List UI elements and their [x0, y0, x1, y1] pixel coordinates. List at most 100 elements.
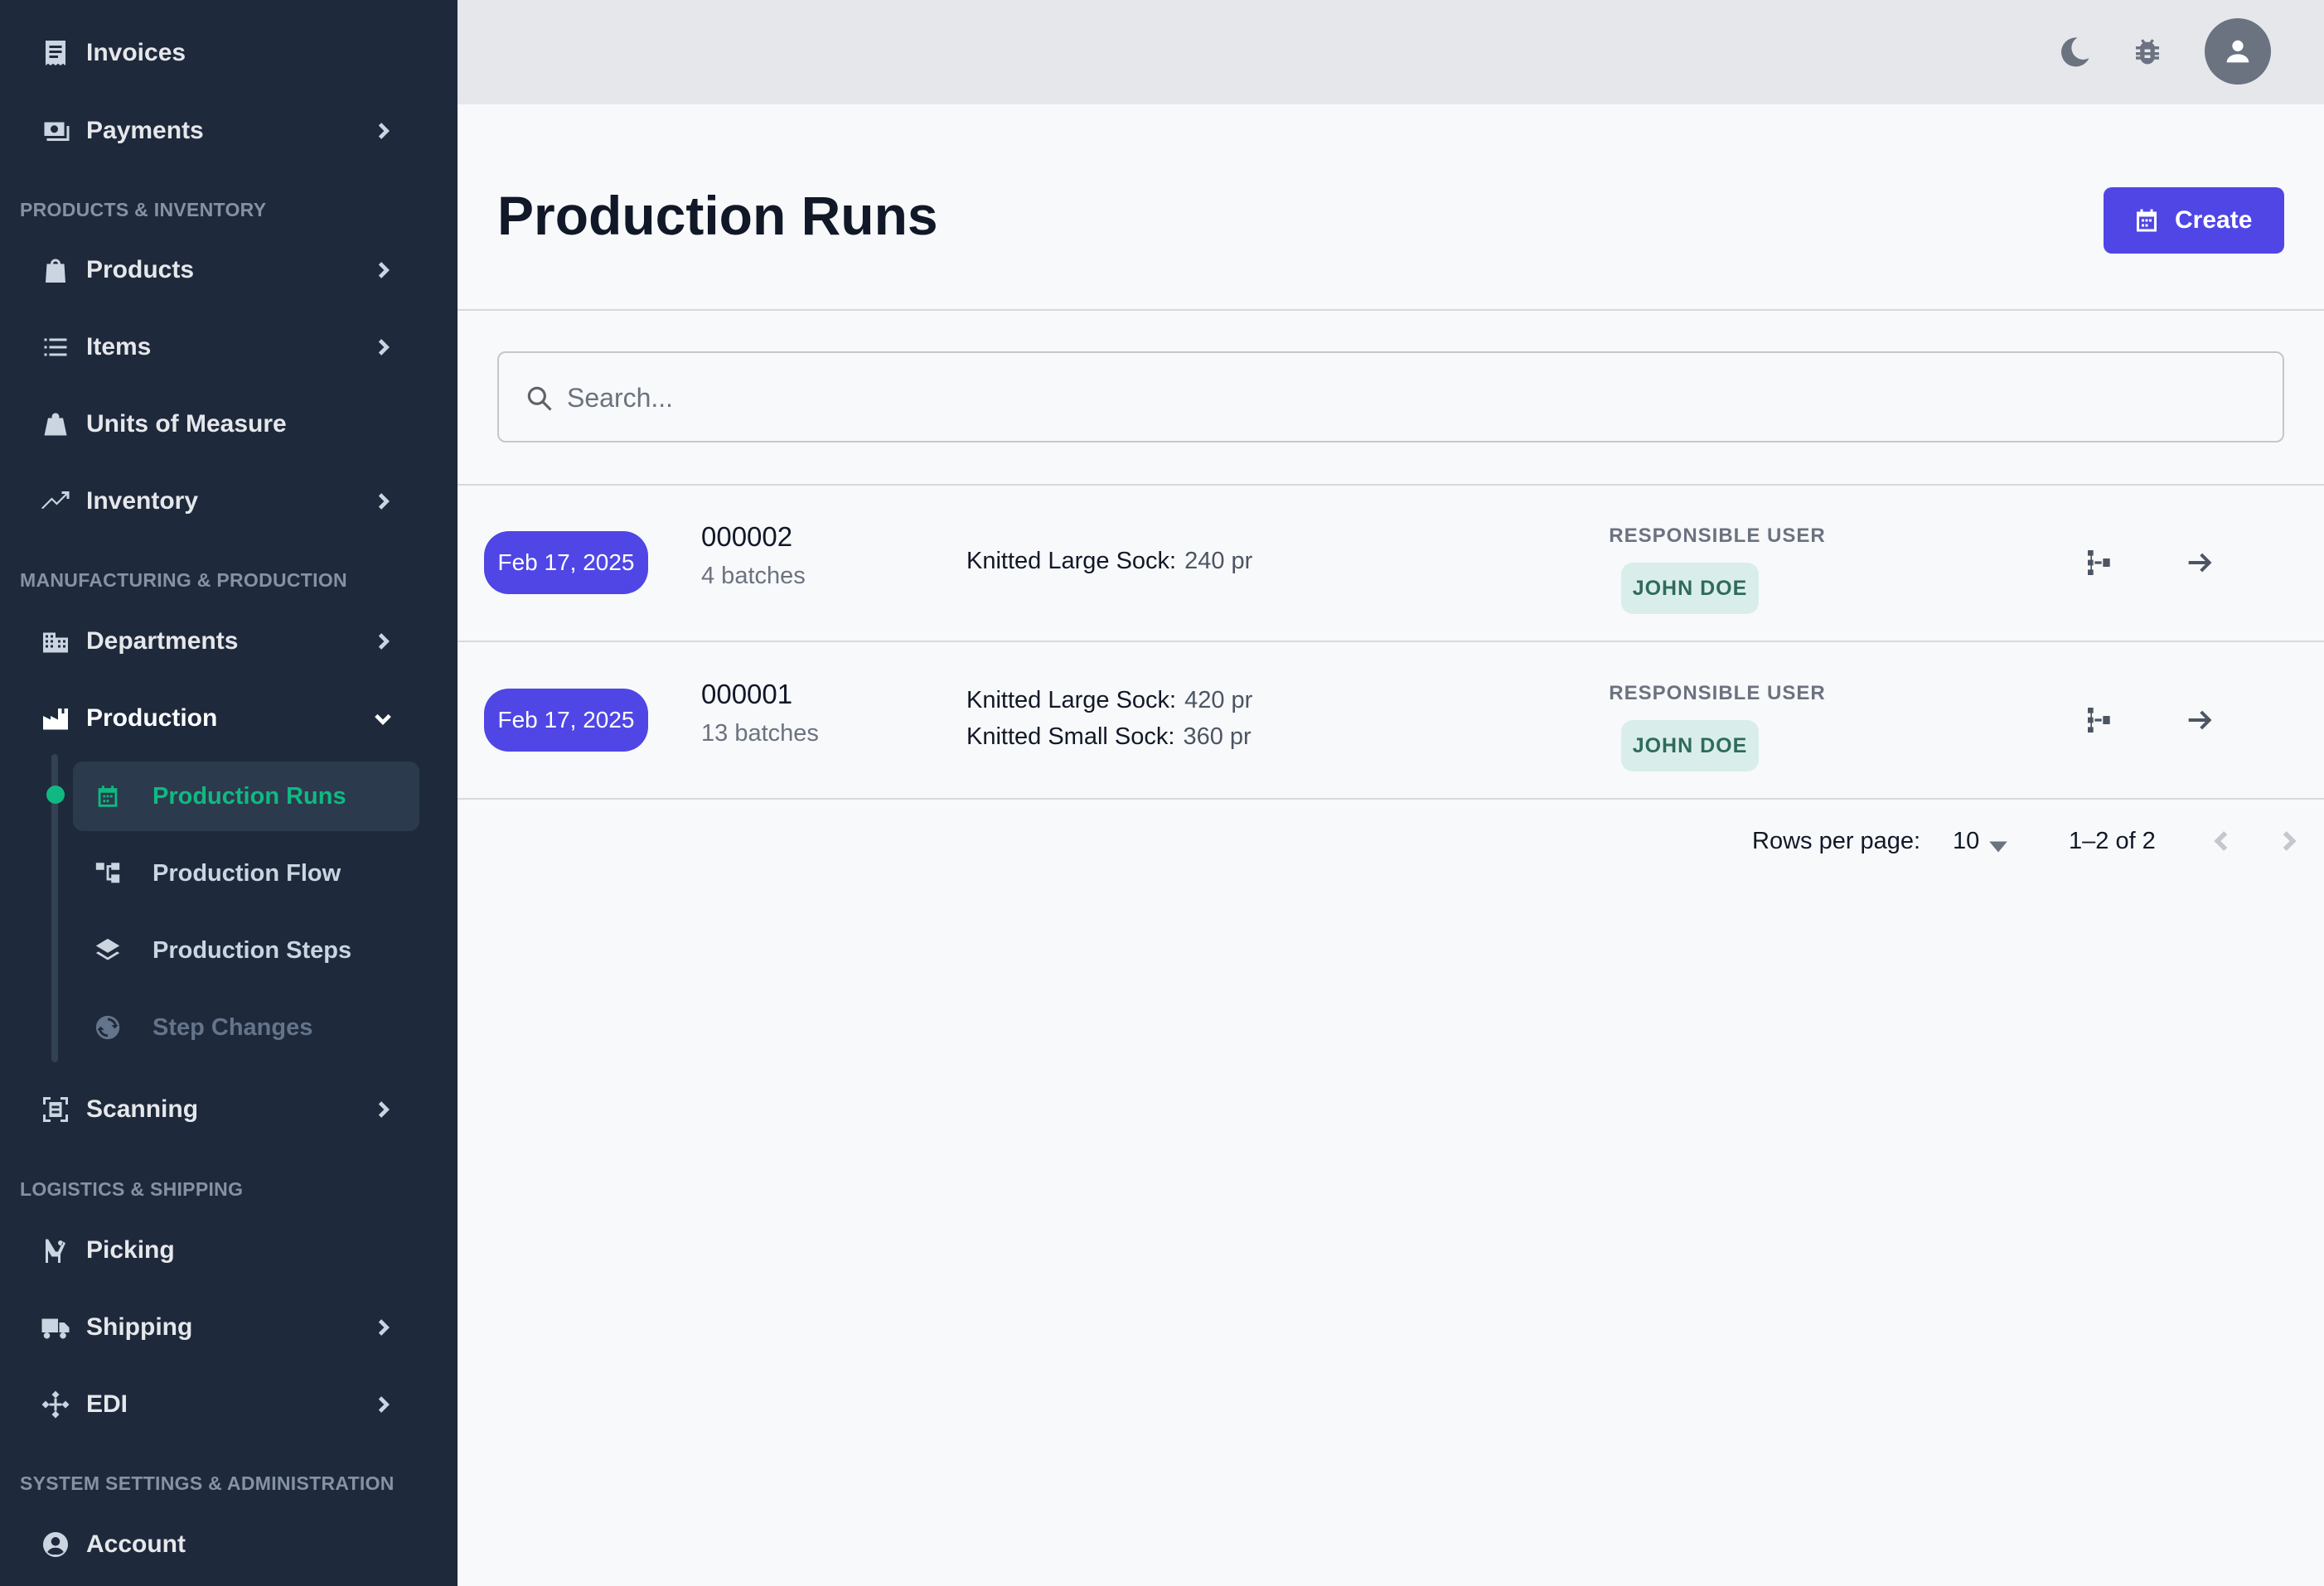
product-name: Knitted Small Sock: — [966, 723, 1175, 750]
sidebar-subitem-production-flow[interactable]: Production Flow — [73, 839, 419, 908]
sidebar-item-label: Picking — [86, 1236, 175, 1264]
flow-icon[interactable] — [2084, 704, 2117, 737]
pagination-range: 1–2 of 2 — [2069, 828, 2156, 854]
arrow-right-icon[interactable] — [2183, 546, 2216, 579]
create-button[interactable]: Create — [2104, 187, 2284, 254]
sidebar-item-payments[interactable]: Payments — [0, 95, 458, 167]
flow-icon — [93, 858, 123, 888]
run-date-pill: Feb 17, 2025 — [484, 531, 648, 594]
chevron-left-icon[interactable] — [2208, 827, 2236, 855]
active-indicator-dot — [46, 786, 65, 804]
sidebar-subitem-step-changes[interactable]: Step Changes — [73, 993, 419, 1062]
product-name: Knitted Large Sock: — [966, 687, 1177, 713]
receipt-icon — [40, 37, 71, 69]
sidebar-item-products[interactable]: Products — [0, 235, 458, 306]
sidebar-item-account[interactable]: Account — [0, 1509, 458, 1580]
building-icon — [40, 626, 71, 657]
list-bottom-divider — [458, 798, 2324, 800]
truck-icon — [40, 1312, 71, 1343]
responsible-user-chip: JOHN DOE — [1621, 720, 1759, 771]
run-id: 000002 — [701, 521, 793, 552]
production-run-row[interactable]: Feb 17, 2025 000002 4 batches Knitted La… — [458, 485, 2324, 641]
create-button-label: Create — [2175, 206, 2253, 234]
shopping-bag-icon — [40, 254, 71, 286]
sidebar-item-picking[interactable]: Picking — [0, 1215, 458, 1286]
sidebar-item-inventory[interactable]: Inventory — [0, 466, 458, 537]
sidebar-item-label: Shipping — [86, 1313, 193, 1341]
sidebar-item-label: Departments — [86, 627, 239, 655]
product-qty: 420 pr — [1184, 687, 1253, 713]
search-input[interactable] — [567, 375, 2142, 421]
sidebar-item-label: Inventory — [86, 487, 199, 515]
account-circle-icon — [40, 1529, 71, 1560]
sidebar-item-production[interactable]: Production — [0, 683, 458, 754]
responsible-user-label: RESPONSIBLE USER — [1609, 682, 1826, 704]
responsible-user-label: RESPONSIBLE USER — [1609, 525, 1826, 547]
moon-icon[interactable] — [2057, 35, 2092, 70]
sidebar-item-scanning[interactable]: Scanning — [0, 1074, 458, 1145]
scan-icon — [40, 1094, 71, 1125]
section-manufacturing-production: MANUFACTURING & PRODUCTION — [20, 569, 347, 591]
sidebar-item-label: Products — [86, 256, 195, 283]
chevron-right-icon — [371, 259, 395, 282]
sidebar-item-label: Items — [86, 333, 152, 360]
product-qty: 360 pr — [1183, 723, 1252, 750]
sidebar-item-label: Invoices — [86, 39, 186, 66]
search-icon — [524, 383, 555, 414]
top-bar — [458, 0, 2324, 104]
search-box — [497, 351, 2284, 442]
sidebar-item-units-of-measure[interactable]: Units of Measure — [0, 389, 458, 460]
list-icon — [40, 331, 71, 363]
chevron-right-icon[interactable] — [2274, 827, 2302, 855]
chevron-right-icon — [371, 1316, 395, 1339]
calendar-icon — [2132, 206, 2162, 235]
run-product-line: Knitted Large Sock: 240 pr — [966, 548, 1252, 575]
sidebar-item-label: Production — [86, 704, 218, 732]
weight-icon — [40, 409, 71, 440]
caret-down-icon[interactable] — [1988, 839, 2009, 855]
chevron-down-icon — [371, 707, 395, 730]
sidebar-item-label: Units of Measure — [86, 410, 287, 438]
sidebar-subitem-production-steps[interactable]: Production Steps — [73, 916, 419, 985]
rows-per-page-label: Rows per page: — [1752, 828, 1921, 854]
page-title: Production Runs — [497, 185, 938, 246]
rows-per-page-select[interactable]: 10 — [1953, 828, 1979, 855]
product-qty: 240 pr — [1184, 548, 1253, 574]
trending-up-icon — [40, 486, 71, 517]
factory-icon — [40, 703, 71, 734]
flow-icon[interactable] — [2084, 546, 2117, 579]
sidebar-subitem-label: Production Steps — [153, 936, 352, 964]
sidebar-subitem-label: Step Changes — [153, 1013, 313, 1041]
bug-icon[interactable] — [2130, 35, 2165, 70]
run-product-line: Knitted Small Sock: 360 pr — [966, 723, 1252, 751]
chevron-right-icon — [371, 630, 395, 653]
sidebar-item-shipping[interactable]: Shipping — [0, 1292, 458, 1363]
sidebar-item-label: EDI — [86, 1390, 128, 1418]
sidebar-item-departments[interactable]: Departments — [0, 606, 458, 677]
sidebar-subitem-production-runs[interactable]: Production Runs — [73, 762, 419, 831]
sidebar-item-edi[interactable]: EDI — [0, 1369, 458, 1440]
sidebar-item-items[interactable]: Items — [0, 312, 458, 383]
network-icon — [40, 1389, 71, 1420]
run-batches: 4 batches — [701, 563, 806, 589]
responsible-user-chip: JOHN DOE — [1621, 563, 1759, 614]
run-product-line: Knitted Large Sock: 420 pr — [966, 687, 1252, 714]
product-name: Knitted Large Sock: — [966, 548, 1177, 574]
chevron-right-icon — [371, 119, 395, 143]
sidebar: Invoices Payments PRODUCTS & INVENTORY P… — [0, 0, 458, 1586]
run-batches: 13 batches — [701, 720, 819, 747]
header-divider — [458, 309, 2324, 311]
user-avatar-icon[interactable] — [2205, 18, 2271, 85]
forklift-icon — [40, 1235, 71, 1266]
section-system-settings: SYSTEM SETTINGS & ADMINISTRATION — [20, 1472, 395, 1494]
chevron-right-icon — [371, 490, 395, 513]
production-run-row[interactable]: Feb 17, 2025 000001 13 batches Knitted L… — [458, 642, 2324, 798]
cash-icon — [40, 115, 71, 147]
sync-icon — [93, 1013, 123, 1042]
sidebar-item-label: Account — [86, 1530, 186, 1558]
section-logistics-shipping: LOGISTICS & SHIPPING — [20, 1178, 244, 1200]
sidebar-item-label: Payments — [86, 117, 204, 144]
sidebar-item-invoices[interactable]: Invoices — [0, 17, 458, 89]
sidebar-subitem-label: Production Flow — [153, 859, 341, 887]
arrow-right-icon[interactable] — [2183, 704, 2216, 737]
